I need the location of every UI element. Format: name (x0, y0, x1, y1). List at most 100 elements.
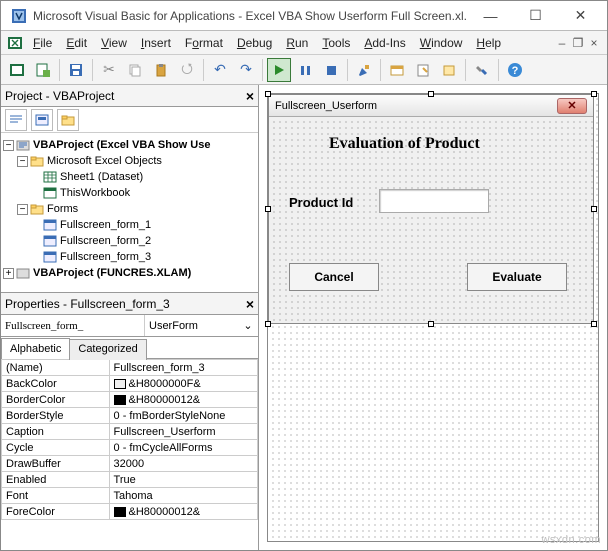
property-name: DrawBuffer (2, 456, 110, 472)
menu-insert[interactable]: Insert (135, 33, 177, 53)
property-row[interactable]: DrawBuffer32000 (2, 456, 258, 472)
undo-button[interactable]: ↶ (208, 58, 232, 82)
cancel-button[interactable]: Cancel (289, 263, 379, 291)
project-toolbar (1, 107, 258, 133)
tree-forms-folder[interactable]: Forms (47, 203, 78, 215)
property-value[interactable]: Fullscreen_Userform (109, 424, 257, 440)
userform-caption: Fullscreen_Userform (275, 100, 377, 112)
find-button[interactable]: ⭯ (175, 58, 199, 82)
property-name: BackColor (2, 376, 110, 392)
mdi-close-icon[interactable]: × (587, 36, 601, 50)
window-title: Microsoft Visual Basic for Applications … (33, 9, 468, 23)
copy-button[interactable] (123, 58, 147, 82)
help-button[interactable]: ? (503, 58, 527, 82)
property-row[interactable]: FontTahoma (2, 488, 258, 504)
run-button[interactable] (267, 58, 291, 82)
property-row[interactable]: (Name)Fullscreen_form_3 (2, 360, 258, 376)
toggle-folders-button[interactable] (57, 109, 79, 131)
property-name: BorderColor (2, 392, 110, 408)
object-name-field[interactable] (1, 315, 145, 336)
menu-edit[interactable]: Edit (60, 33, 93, 53)
property-value[interactable]: Fullscreen_form_3 (109, 360, 257, 376)
menu-tools[interactable]: Tools (316, 33, 356, 53)
userform-close-button[interactable]: ✕ (557, 98, 587, 114)
property-row[interactable]: BorderStyle0 - fmBorderStyleNone (2, 408, 258, 424)
tree-form-3[interactable]: Fullscreen_form_3 (60, 251, 151, 263)
view-code-button[interactable] (5, 109, 27, 131)
toolbox-button[interactable] (470, 58, 494, 82)
project-explorer-button[interactable] (385, 58, 409, 82)
menu-file[interactable]: File (27, 33, 58, 53)
window-titlebar: Microsoft Visual Basic for Applications … (1, 1, 607, 31)
tab-categorized[interactable]: Categorized (69, 339, 146, 360)
svg-text:?: ? (512, 65, 519, 77)
properties-grid[interactable]: (Name)Fullscreen_form_3BackColor&H800000… (1, 359, 258, 550)
property-row[interactable]: ForeColor&H80000012& (2, 504, 258, 520)
project-pane-close-button[interactable]: × (246, 88, 254, 104)
tree-funcres[interactable]: VBAProject (FUNCRES.XLAM) (33, 267, 191, 279)
property-value[interactable]: Tahoma (109, 488, 257, 504)
design-mode-button[interactable] (352, 58, 376, 82)
properties-pane-close-button[interactable]: × (246, 296, 254, 312)
property-row[interactable]: BackColor&H8000000F& (2, 376, 258, 392)
menu-format[interactable]: Format (179, 33, 229, 53)
property-value[interactable]: &H8000000F& (109, 376, 257, 392)
tree-form-2[interactable]: Fullscreen_form_2 (60, 235, 151, 247)
property-value[interactable]: &H80000012& (109, 504, 257, 520)
property-name: ForeColor (2, 504, 110, 520)
property-value[interactable]: 32000 (109, 456, 257, 472)
property-name: Font (2, 488, 110, 504)
object-browser-button[interactable] (437, 58, 461, 82)
menu-help[interactable]: Help (470, 33, 507, 53)
menu-addins[interactable]: Add-Ins (358, 33, 411, 53)
property-name: Cycle (2, 440, 110, 456)
property-value[interactable]: True (109, 472, 257, 488)
menu-window[interactable]: Window (414, 33, 469, 53)
view-object-button[interactable] (31, 109, 53, 131)
userform[interactable]: Fullscreen_Userform ✕ Evaluation of Prod… (268, 94, 594, 324)
object-selector[interactable]: UserForm ⌄ (1, 315, 258, 337)
properties-window-button[interactable] (411, 58, 435, 82)
mdi-minimize-icon[interactable]: – (555, 36, 569, 50)
tab-alphabetic[interactable]: Alphabetic (1, 338, 70, 359)
reset-button[interactable] (319, 58, 343, 82)
property-row[interactable]: BorderColor&H80000012& (2, 392, 258, 408)
property-row[interactable]: Cycle0 - fmCycleAllForms (2, 440, 258, 456)
window-maximize-button[interactable]: ☐ (513, 2, 558, 30)
chevron-down-icon[interactable]: ⌄ (240, 319, 256, 332)
tree-sheet1[interactable]: Sheet1 (Dataset) (60, 171, 143, 183)
object-type-label: UserForm (149, 320, 198, 332)
tree-vbaproject[interactable]: VBAProject (Excel VBA Show Use (33, 139, 210, 151)
insert-module-button[interactable] (31, 58, 55, 82)
product-id-textbox[interactable] (379, 189, 489, 213)
break-button[interactable] (293, 58, 317, 82)
project-tree[interactable]: −VBAProject (Excel VBA Show Use −Microso… (1, 133, 258, 293)
tree-excel-objects[interactable]: Microsoft Excel Objects (47, 155, 162, 167)
tree-form-1[interactable]: Fullscreen_form_1 (60, 219, 151, 231)
save-button[interactable] (64, 58, 88, 82)
designer-area: Fullscreen_Userform ✕ Evaluation of Prod… (259, 85, 607, 550)
cut-button[interactable]: ✂ (97, 58, 121, 82)
view-excel-button[interactable] (5, 58, 29, 82)
mdi-restore-icon[interactable]: ❐ (571, 36, 585, 50)
redo-button[interactable]: ↷ (234, 58, 258, 82)
tree-thisworkbook[interactable]: ThisWorkbook (60, 187, 130, 199)
menu-debug[interactable]: Debug (231, 33, 278, 53)
property-value[interactable]: 0 - fmCycleAllForms (109, 440, 257, 456)
project-pane-title: Project - VBAProject × (1, 85, 258, 107)
property-row[interactable]: EnabledTrue (2, 472, 258, 488)
menu-run[interactable]: Run (280, 33, 314, 53)
property-row[interactable]: CaptionFullscreen_Userform (2, 424, 258, 440)
evaluate-button[interactable]: Evaluate (467, 263, 567, 291)
paste-button[interactable] (149, 58, 173, 82)
property-value[interactable]: 0 - fmBorderStyleNone (109, 408, 257, 424)
vba-logo-icon (11, 8, 27, 24)
property-value[interactable]: &H80000012& (109, 392, 257, 408)
watermark: wsxdn.com (541, 534, 601, 546)
heading-label: Evaluation of Product (329, 135, 480, 153)
window-close-button[interactable]: ✕ (558, 2, 603, 30)
menubar: File Edit View Insert Format Debug Run T… (1, 31, 607, 55)
userform-titlebar[interactable]: Fullscreen_Userform ✕ (269, 95, 593, 117)
window-minimize-button[interactable]: — (468, 2, 513, 30)
menu-view[interactable]: View (95, 33, 133, 53)
